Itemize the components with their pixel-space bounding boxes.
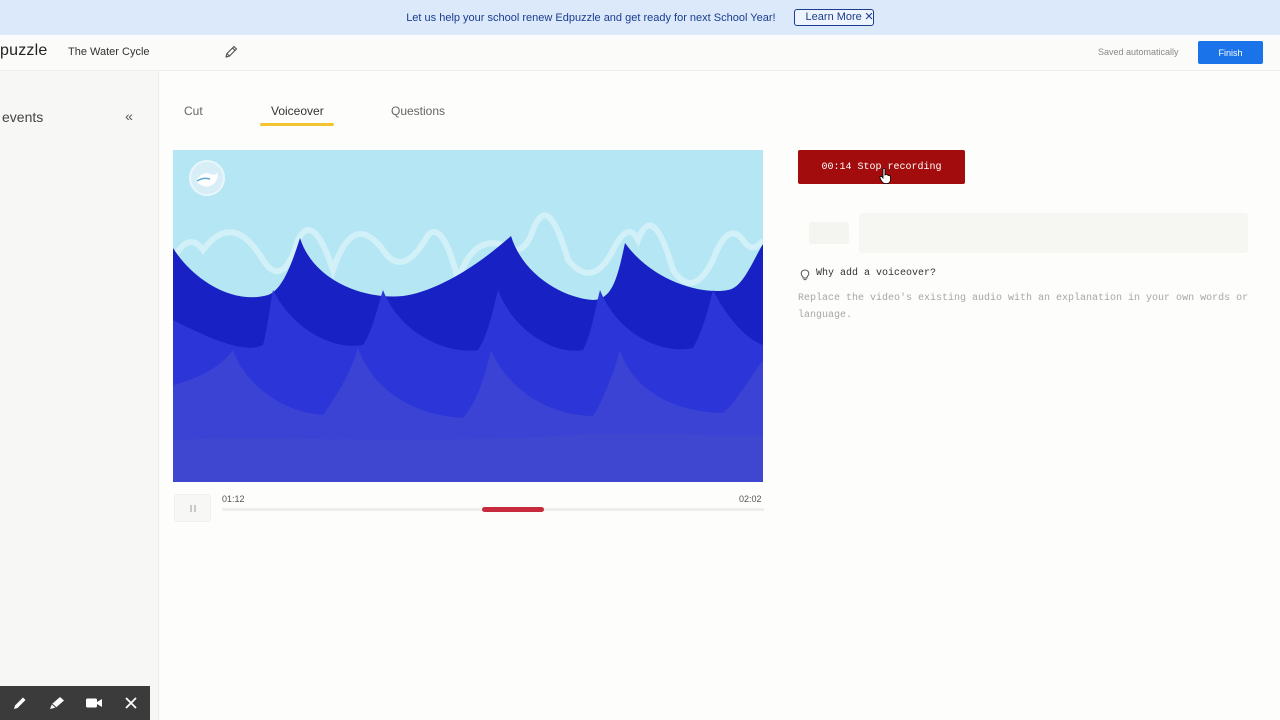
finish-button[interactable]: Finish xyxy=(1198,41,1263,64)
total-time: 02:02 xyxy=(739,494,762,504)
annotation-toolbar xyxy=(0,686,150,720)
voiceover-info-title: Why add a voiceover? xyxy=(816,268,937,279)
banner-text: Let us help your school renew Edpuzzle a… xyxy=(406,11,776,24)
video-channel-logo-icon[interactable] xyxy=(188,159,226,197)
banner-close-icon[interactable]: × xyxy=(861,9,877,25)
editor-header: puzzle The Water Cycle Saved automatical… xyxy=(0,35,1280,71)
pencil-icon[interactable] xyxy=(223,44,239,60)
edpuzzle-logo: puzzle xyxy=(0,42,48,59)
collapse-sidebar-icon[interactable]: « xyxy=(121,108,137,124)
camera-icon[interactable] xyxy=(77,686,111,720)
hand-cursor-icon xyxy=(879,167,891,184)
pause-button[interactable] xyxy=(174,494,211,522)
highlighter-icon[interactable] xyxy=(40,686,74,720)
pause-icon xyxy=(189,504,196,512)
promo-banner: Let us help your school renew Edpuzzle a… xyxy=(0,0,1280,35)
video-frame xyxy=(173,150,763,482)
recorded-segment xyxy=(482,507,545,512)
video-player[interactable] xyxy=(173,150,763,482)
close-icon[interactable] xyxy=(114,686,148,720)
voiceover-info-description: Replace the video's existing audio with … xyxy=(798,293,1249,321)
video-title[interactable]: The Water Cycle xyxy=(68,46,150,58)
lightbulb-icon xyxy=(800,268,810,281)
tab-cut[interactable]: Cut xyxy=(184,104,203,118)
active-tab-indicator xyxy=(260,123,334,126)
sidebar-label: events xyxy=(2,109,44,125)
waveform-placeholder xyxy=(859,213,1248,253)
current-time: 01:12 xyxy=(222,494,245,504)
tab-questions[interactable]: Questions xyxy=(391,104,445,118)
pen-icon[interactable] xyxy=(3,686,37,720)
sidebar: events « xyxy=(0,71,159,720)
save-status: Saved automatically xyxy=(1098,47,1179,57)
tab-voiceover[interactable]: Voiceover xyxy=(271,104,324,118)
waveform-placeholder-small xyxy=(809,222,849,244)
